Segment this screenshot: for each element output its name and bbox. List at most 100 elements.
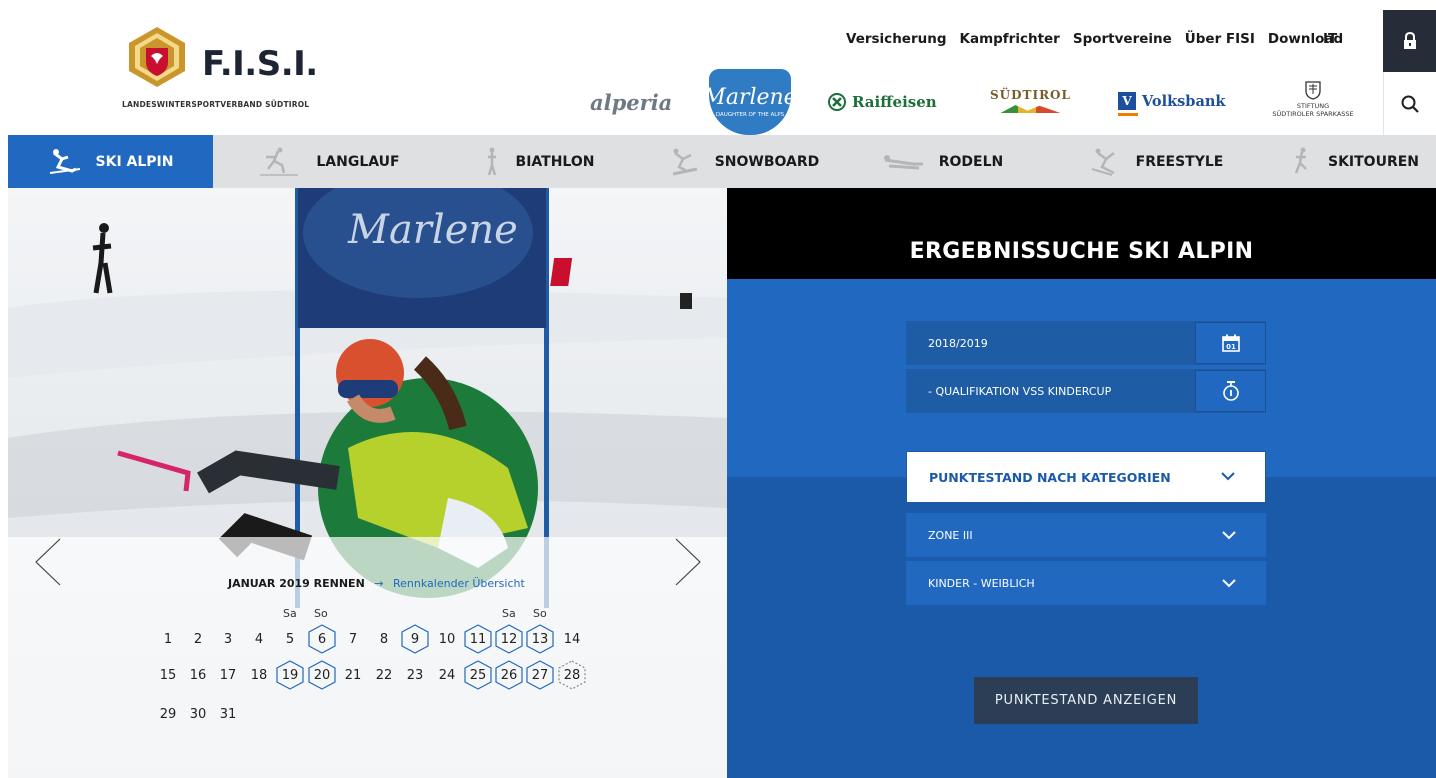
category-select[interactable]: KINDER - WEIBLICH <box>906 561 1266 605</box>
season-select[interactable]: 2018/2019 01 <box>906 321 1266 365</box>
weekday-sun: So <box>533 607 547 620</box>
calendar-race-day[interactable]: 19 <box>275 660 305 690</box>
race-select[interactable]: - QUALIFIKATION VSS KINDERCUP <box>906 369 1266 413</box>
tab-freestyle[interactable]: FREESTYLE <box>1043 135 1248 188</box>
calendar-race-day[interactable]: 20 <box>307 660 337 690</box>
calendar-day: 17 <box>213 660 243 690</box>
sponsor-sparkasse[interactable]: STIFTUNG SÜDTIROLER SPARKASSE <box>1263 80 1363 119</box>
freestyle-icon <box>1091 148 1115 176</box>
zone-value: ZONE III <box>928 528 973 542</box>
calendar-day: 23 <box>400 660 430 690</box>
tab-ski-alpin-label: SKI ALPIN <box>95 153 174 170</box>
fisi-logo[interactable]: F.I.S.I. LANDESWINTERSPORTVERBAND SÜDTIR… <box>122 24 322 124</box>
calendar-day-number: 26 <box>500 667 518 683</box>
calendar-prev-arrow-icon[interactable] <box>33 537 63 587</box>
sponsor-suedtirol[interactable]: SÜDTIROL <box>990 88 1071 113</box>
calendar-day-number: 3 <box>223 631 233 647</box>
calendar-day-number: 8 <box>379 631 389 647</box>
stopwatch-icon-button[interactable] <box>1195 370 1266 412</box>
calendar-day: 1 <box>153 624 183 654</box>
suedtirol-mountains-icon <box>1000 105 1061 113</box>
calendar-icon-button[interactable]: 01 <box>1195 322 1266 364</box>
calendar-month-label: JANUAR 2019 RENNEN <box>228 577 365 590</box>
nav-link-sportvereine[interactable]: Sportvereine <box>1073 31 1172 47</box>
top-navigation: Versicherung Kampfrichter Sportvereine Ü… <box>846 31 1343 47</box>
calendar-day: 24 <box>432 660 462 690</box>
sponsor-volksbank[interactable]: V Volksbank <box>1118 92 1226 116</box>
sponsor-raiffeisen[interactable]: Raiffeisen <box>828 93 937 111</box>
calendar-day-number: 22 <box>375 667 393 683</box>
calendar-day: 3 <box>213 624 243 654</box>
season-value: 2018/2019 <box>928 336 988 350</box>
tab-ski-alpin[interactable]: SKI ALPIN <box>8 135 213 188</box>
nav-link-kampfrichter[interactable]: Kampfrichter <box>960 31 1060 47</box>
ranking-type-select[interactable]: PUNKTESTAND NACH KATEGORIEN <box>906 451 1266 503</box>
tab-snowboard-label: SNOWBOARD <box>714 153 820 170</box>
ski-alpin-icon <box>49 148 80 174</box>
language-switch[interactable]: IT <box>1323 31 1337 47</box>
calendar-race-day[interactable]: 25 <box>463 660 493 690</box>
calendar-day-number: 29 <box>159 706 177 722</box>
chevron-down-icon <box>1221 472 1235 481</box>
nav-link-versicherung[interactable]: Versicherung <box>846 31 947 47</box>
marlene-tagline: DAUGHTER OF THE ALPS <box>715 111 785 118</box>
tab-rodeln[interactable]: RODELN <box>838 135 1038 188</box>
calendar-race-day[interactable]: 9 <box>400 624 430 654</box>
skitouren-icon <box>1294 147 1307 173</box>
calendar-day-number: 20 <box>313 667 331 683</box>
calendar-day: 29 <box>153 699 183 729</box>
calendar-day-number: 23 <box>406 667 424 683</box>
calendar-next-arrow-icon[interactable] <box>673 537 703 587</box>
calendar-race-day[interactable]: 13 <box>525 624 555 654</box>
calendar-day-number: 7 <box>348 631 358 647</box>
tab-langlauf[interactable]: LANGLAUF <box>223 135 423 188</box>
show-ranking-button[interactable]: PUNKTESTAND ANZEIGEN <box>974 677 1198 724</box>
calendar-race-day[interactable]: 27 <box>525 660 555 690</box>
tab-langlauf-label: LANGLAUF <box>316 153 400 170</box>
stopwatch-icon <box>1222 381 1239 401</box>
raiffeisen-cross-icon <box>828 93 846 111</box>
sponsor-alperia[interactable]: alperia <box>590 90 672 115</box>
tab-freestyle-label: FREESTYLE <box>1135 153 1224 170</box>
calendar-overview-link[interactable]: Rennkalender Übersicht <box>393 577 525 590</box>
tab-skitouren[interactable]: SKITOUREN <box>1253 135 1436 188</box>
tab-biathlon[interactable]: BIATHLON <box>428 135 628 188</box>
calendar-race-day[interactable]: 12 <box>494 624 524 654</box>
raiffeisen-label: Raiffeisen <box>852 93 937 111</box>
volksbank-v-icon: V <box>1118 92 1136 110</box>
ranking-type-value: PUNKTESTAND NACH KATEGORIEN <box>929 469 1171 485</box>
nav-link-ueber-fisi[interactable]: Über FISI <box>1185 31 1255 47</box>
sponsor-marlene[interactable]: Marlene DAUGHTER OF THE ALPS <box>703 69 797 135</box>
rodeln-icon <box>883 154 923 169</box>
calendar-day: 22 <box>369 660 399 690</box>
volksbank-label: Volksbank <box>1142 92 1226 110</box>
calendar-day-number: 4 <box>254 631 264 647</box>
calendar-day: 2 <box>183 624 213 654</box>
tab-biathlon-label: BIATHLON <box>515 153 595 170</box>
calendar-day-number: 27 <box>531 667 549 683</box>
weekday-sat: Sa <box>283 607 297 620</box>
tab-skitouren-label: SKITOUREN <box>1327 153 1420 170</box>
chevron-down-icon <box>1222 531 1236 540</box>
zone-select[interactable]: ZONE III <box>906 513 1266 557</box>
svg-text:01: 01 <box>1226 343 1236 351</box>
calendar-day-number: 24 <box>438 667 456 683</box>
calendar-race-day[interactable]: 26 <box>494 660 524 690</box>
weekday-sat: Sa <box>502 607 516 620</box>
search-button[interactable] <box>1383 72 1436 135</box>
login-button[interactable] <box>1383 10 1436 72</box>
race-calendar: JANUAR 2019 RENNEN → Rennkalender Übersi… <box>8 537 727 778</box>
suedtirol-label: SÜDTIROL <box>990 88 1071 102</box>
calendar-day: 18 <box>244 660 274 690</box>
brand-subtitle: LANDESWINTERSPORTVERBAND SÜDTIROL <box>122 100 310 109</box>
calendar-day-number: 25 <box>469 667 487 683</box>
calendar-day: 30 <box>183 699 213 729</box>
category-value: KINDER - WEIBLICH <box>928 576 1035 590</box>
tab-snowboard[interactable]: SNOWBOARD <box>633 135 833 188</box>
sports-navigation: SKI ALPIN LANGLAUF BIATHLON SNOWBOARD RO… <box>8 135 1436 188</box>
calendar-day-number: 14 <box>563 631 581 647</box>
results-search-panel: ERGEBNISSUCHE SKI ALPIN 2018/2019 01 - Q… <box>727 188 1436 778</box>
calendar-race-day[interactable]: 11 <box>463 624 493 654</box>
calendar-race-day[interactable]: 6 <box>307 624 337 654</box>
calendar-day-number: 2 <box>193 631 203 647</box>
